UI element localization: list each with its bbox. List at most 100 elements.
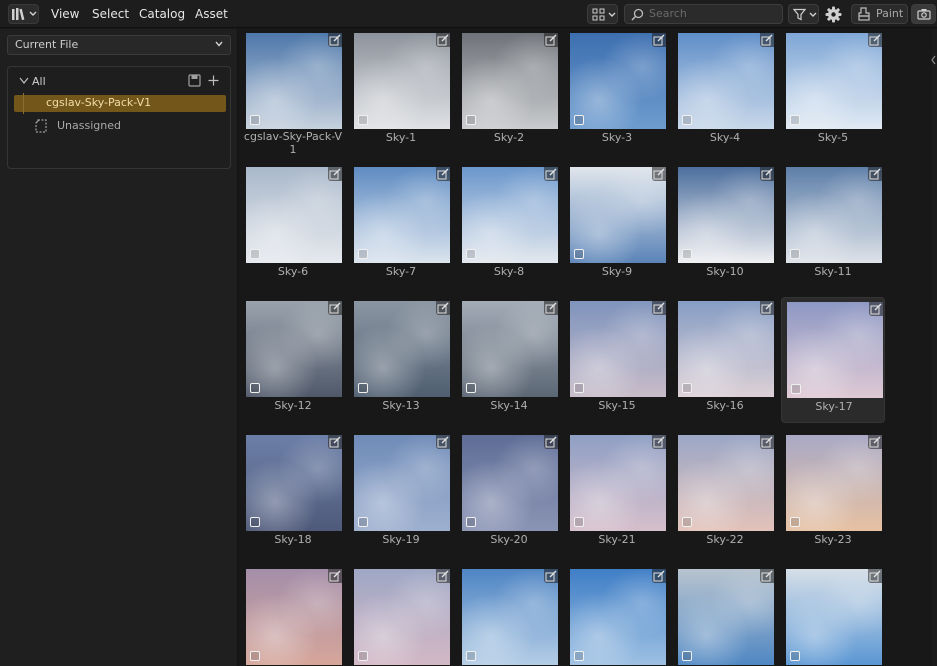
select-checkbox[interactable]	[790, 249, 800, 259]
asset-thumbnail[interactable]	[354, 33, 450, 129]
asset-thumbnail[interactable]	[678, 435, 774, 531]
catalog-item-unassigned[interactable]: Unassigned	[57, 119, 121, 132]
asset-thumbnail[interactable]	[246, 33, 342, 129]
select-checkbox[interactable]	[790, 651, 800, 661]
select-checkbox[interactable]	[790, 115, 800, 125]
asset-tile[interactable]: Sky-13	[349, 297, 453, 423]
display-mode-button[interactable]	[587, 4, 618, 24]
asset-tile[interactable]: Sky-22	[673, 431, 777, 557]
asset-tile[interactable]: Sky-19	[349, 431, 453, 557]
asset-thumbnail[interactable]	[570, 33, 666, 129]
asset-tile[interactable]: Sky-17	[781, 297, 885, 423]
asset-tile[interactable]: Sky-4	[673, 29, 777, 155]
select-checkbox[interactable]	[574, 115, 584, 125]
edit-asset-icon[interactable]	[436, 435, 450, 449]
select-checkbox[interactable]	[791, 384, 801, 394]
asset-thumbnail[interactable]	[678, 301, 774, 397]
edit-asset-icon[interactable]	[652, 167, 666, 181]
asset-thumbnail[interactable]	[246, 569, 342, 665]
select-checkbox[interactable]	[358, 249, 368, 259]
asset-tile[interactable]: Sky-10	[673, 163, 777, 289]
select-checkbox[interactable]	[250, 115, 260, 125]
asset-tile[interactable]: Sky-6	[241, 163, 345, 289]
search-field[interactable]: Search	[624, 4, 783, 24]
select-checkbox[interactable]	[574, 383, 584, 393]
select-checkbox[interactable]	[250, 249, 260, 259]
asset-tile[interactable]: Sky-1	[349, 29, 453, 155]
edit-asset-icon[interactable]	[652, 33, 666, 47]
asset-thumbnail[interactable]	[787, 302, 883, 398]
gear-icon[interactable]	[825, 6, 842, 23]
asset-thumbnail[interactable]	[678, 167, 774, 263]
edit-asset-icon[interactable]	[869, 302, 883, 316]
asset-library-dropdown[interactable]: Current File	[7, 35, 231, 55]
select-checkbox[interactable]	[574, 651, 584, 661]
asset-tile[interactable]: Sky-14	[457, 297, 561, 423]
select-checkbox[interactable]	[358, 651, 368, 661]
edit-asset-icon[interactable]	[652, 435, 666, 449]
edit-asset-icon[interactable]	[760, 435, 774, 449]
asset-tile[interactable]: Sky-23	[781, 431, 885, 557]
asset-thumbnail[interactable]	[678, 33, 774, 129]
select-checkbox[interactable]	[682, 517, 692, 527]
edit-asset-icon[interactable]	[328, 301, 342, 315]
select-checkbox[interactable]	[250, 517, 260, 527]
select-checkbox[interactable]	[574, 517, 584, 527]
asset-tile[interactable]	[673, 565, 777, 666]
select-checkbox[interactable]	[250, 651, 260, 661]
asset-thumbnail[interactable]	[570, 167, 666, 263]
edit-asset-icon[interactable]	[868, 167, 882, 181]
asset-tile[interactable]: Sky-18	[241, 431, 345, 557]
asset-tile[interactable]: Sky-12	[241, 297, 345, 423]
asset-thumbnail[interactable]	[462, 301, 558, 397]
menu-select[interactable]: Select	[92, 5, 129, 23]
asset-thumbnail[interactable]	[678, 569, 774, 665]
edit-asset-icon[interactable]	[760, 569, 774, 583]
edit-asset-icon[interactable]	[436, 569, 450, 583]
select-checkbox[interactable]	[358, 115, 368, 125]
asset-thumbnail[interactable]	[570, 569, 666, 665]
asset-thumbnail[interactable]	[786, 435, 882, 531]
edit-asset-icon[interactable]	[436, 301, 450, 315]
asset-thumbnail[interactable]	[354, 435, 450, 531]
select-checkbox[interactable]	[466, 517, 476, 527]
asset-tile[interactable]	[349, 565, 453, 666]
asset-tile[interactable]: Sky-15	[565, 297, 669, 423]
asset-tile[interactable]: Sky-2	[457, 29, 561, 155]
select-checkbox[interactable]	[682, 115, 692, 125]
filter-button[interactable]	[788, 4, 819, 24]
asset-tile[interactable]: Sky-11	[781, 163, 885, 289]
select-checkbox[interactable]	[790, 517, 800, 527]
select-checkbox[interactable]	[466, 383, 476, 393]
edit-asset-icon[interactable]	[328, 569, 342, 583]
asset-tile[interactable]: Sky-3	[565, 29, 669, 155]
asset-tile[interactable]: Sky-8	[457, 163, 561, 289]
select-checkbox[interactable]	[682, 249, 692, 259]
asset-thumbnail[interactable]	[246, 167, 342, 263]
asset-thumbnail[interactable]	[786, 33, 882, 129]
asset-thumbnail[interactable]	[786, 569, 882, 665]
save-catalog-icon[interactable]	[188, 74, 201, 87]
asset-thumbnail[interactable]	[570, 435, 666, 531]
edit-asset-icon[interactable]	[652, 301, 666, 315]
asset-thumbnail[interactable]	[786, 167, 882, 263]
asset-thumbnail[interactable]	[570, 301, 666, 397]
add-catalog-icon[interactable]	[208, 75, 219, 86]
asset-tile[interactable]: Sky-16	[673, 297, 777, 423]
chevron-left-icon[interactable]	[930, 55, 937, 65]
asset-tile[interactable]: cgslav-Sky-Pack-V1	[241, 29, 345, 156]
asset-tile[interactable]	[781, 565, 885, 666]
select-checkbox[interactable]	[358, 517, 368, 527]
screenshot-button[interactable]	[911, 4, 936, 24]
edit-asset-icon[interactable]	[328, 435, 342, 449]
asset-thumbnail[interactable]	[246, 301, 342, 397]
asset-tile[interactable]	[457, 565, 561, 666]
asset-tile[interactable]	[241, 565, 345, 666]
edit-asset-icon[interactable]	[652, 569, 666, 583]
select-checkbox[interactable]	[574, 249, 584, 259]
edit-asset-icon[interactable]	[544, 301, 558, 315]
edit-asset-icon[interactable]	[868, 569, 882, 583]
asset-tile[interactable]: Sky-9	[565, 163, 669, 289]
asset-tile[interactable]	[565, 565, 669, 666]
asset-tile[interactable]: Sky-21	[565, 431, 669, 557]
